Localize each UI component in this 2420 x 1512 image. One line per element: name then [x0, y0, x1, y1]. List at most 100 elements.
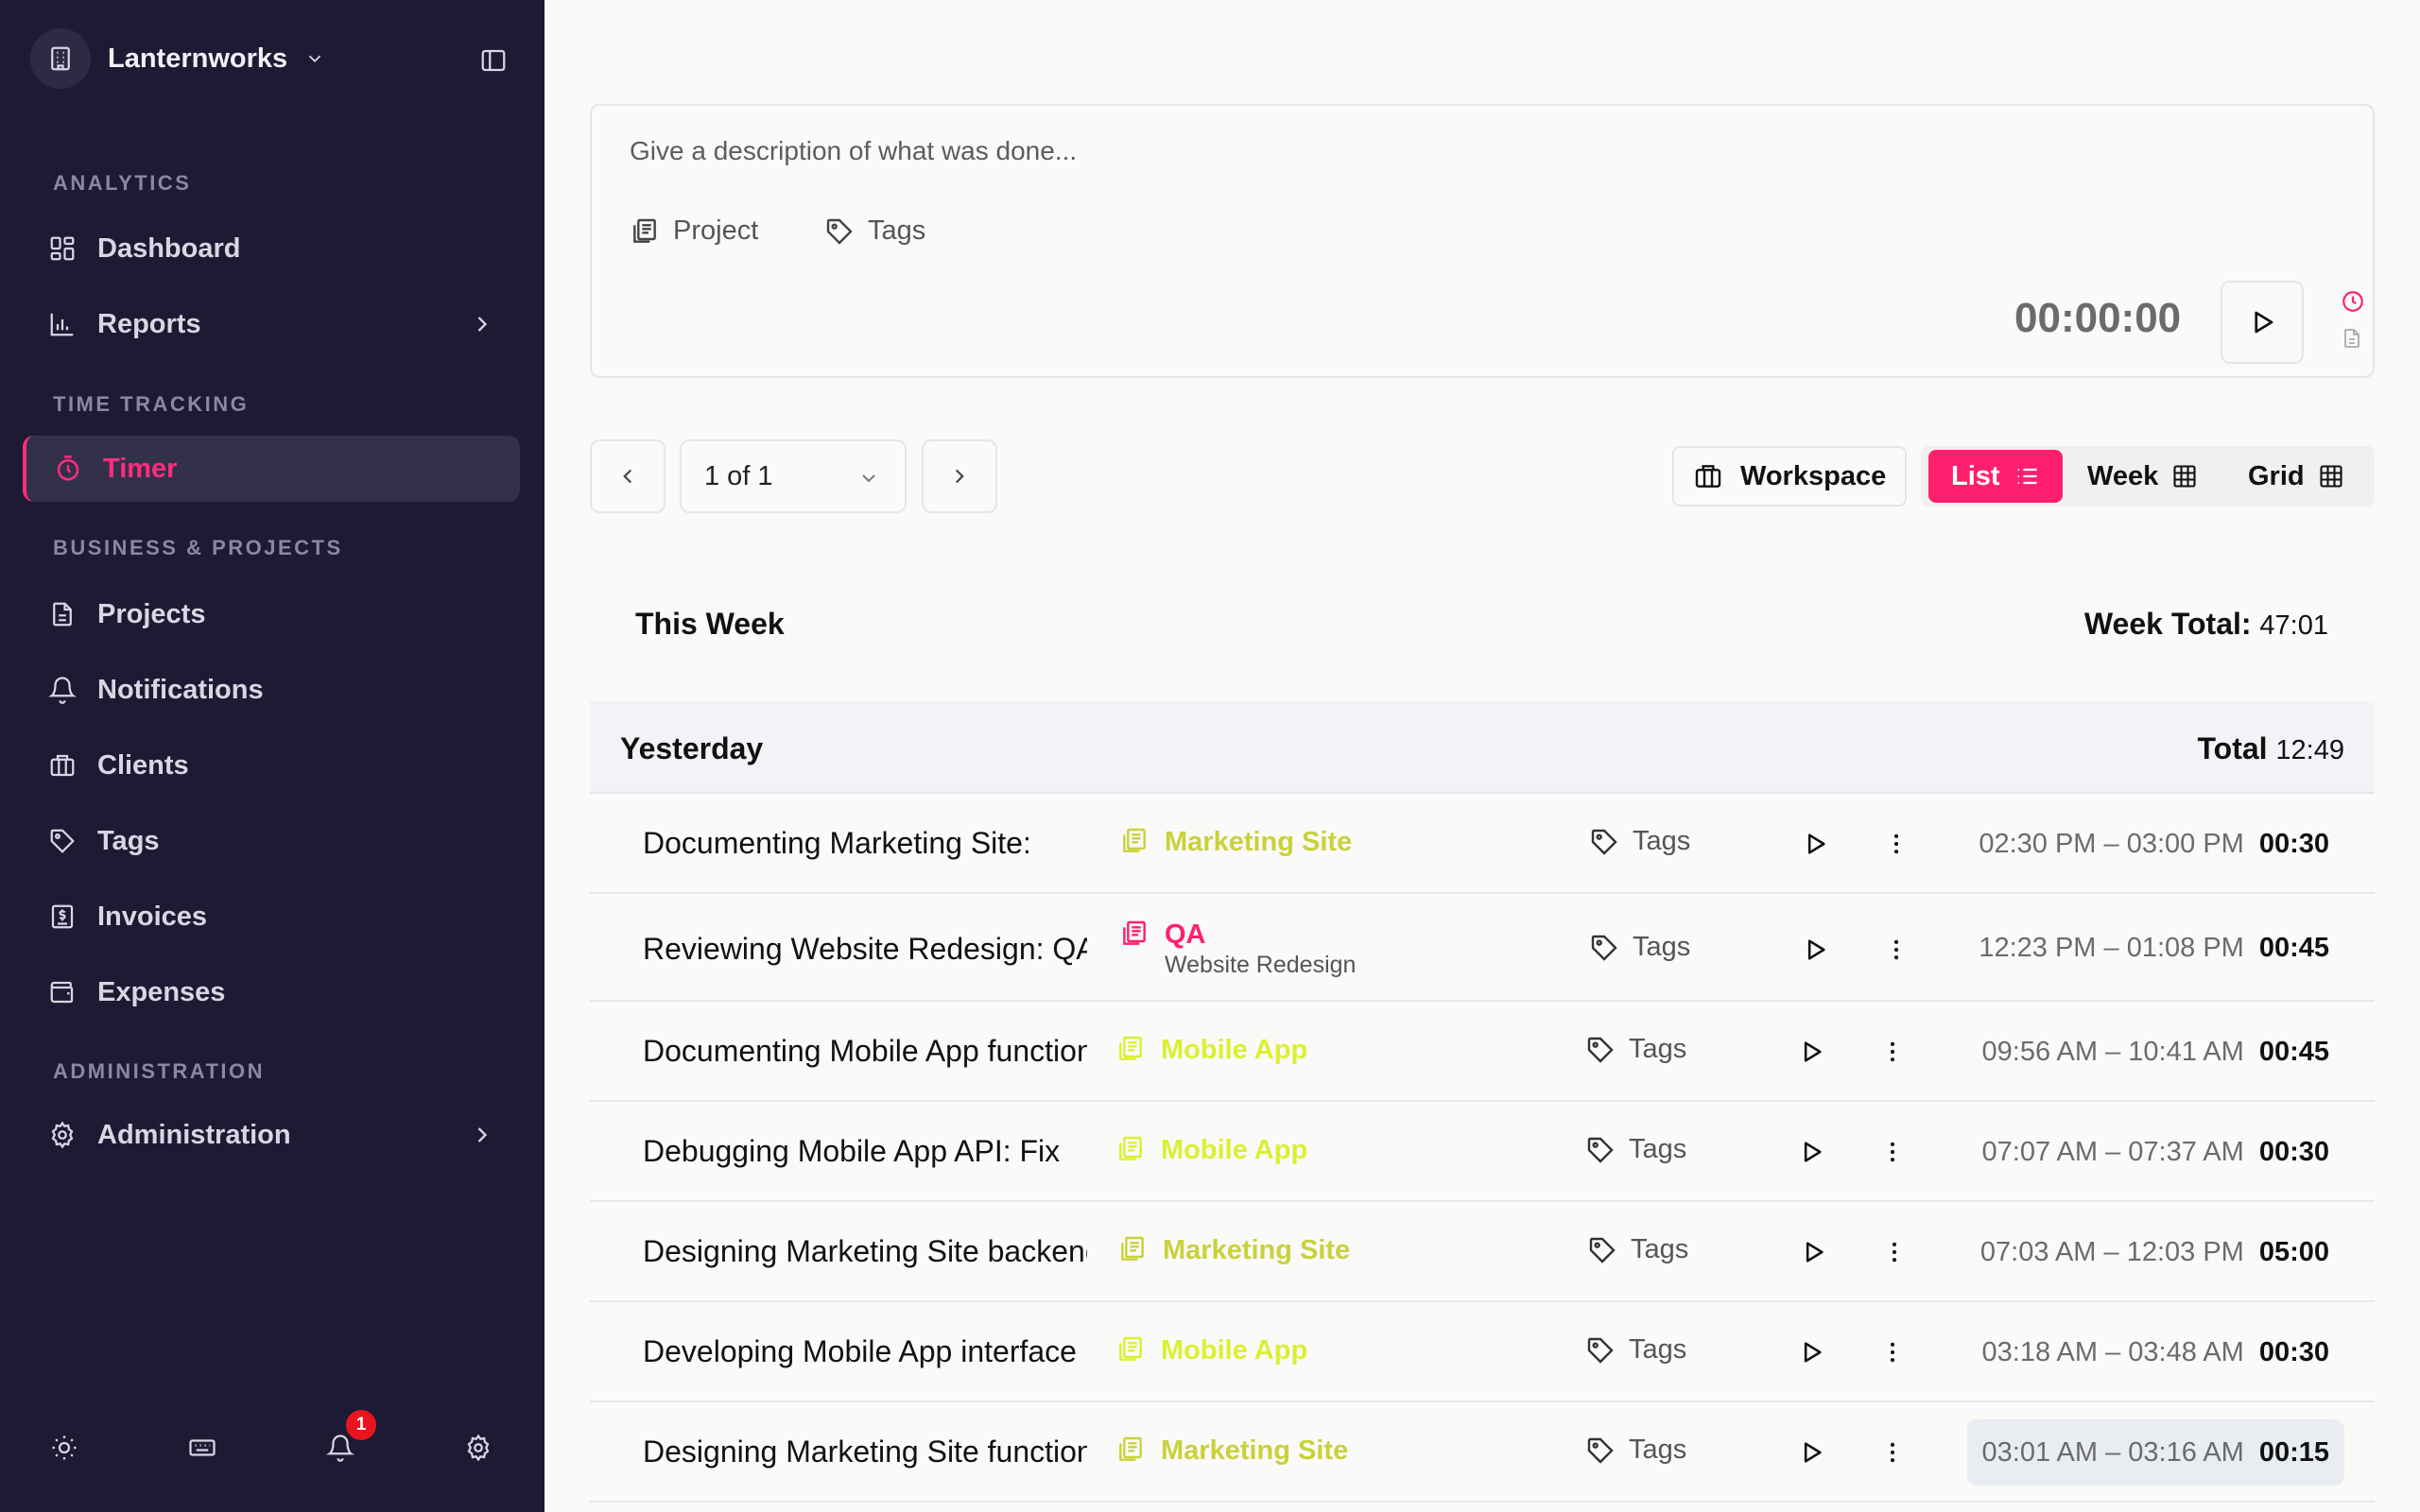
sidebar-item-label: Clients: [97, 749, 189, 781]
keyboard-icon[interactable]: [182, 1427, 223, 1469]
tag-icon: [45, 824, 79, 858]
entry-time[interactable]: 09:56 AM – 10:41 AM 00:45: [1967, 1019, 2344, 1085]
sun-icon[interactable]: [43, 1427, 85, 1469]
entry-project[interactable]: Marketing Site: [1119, 826, 1352, 858]
entry-tags[interactable]: Tags: [1585, 1435, 1686, 1466]
tag-icon: [1585, 1035, 1616, 1065]
table-row[interactable]: Developing Mobile App interface Mobile A…: [590, 1302, 2375, 1402]
sidebar-item-administration[interactable]: Administration: [23, 1102, 520, 1168]
entry-description[interactable]: Documenting Marketing Site:: [643, 826, 1087, 861]
more-options-button[interactable]: [1879, 827, 1913, 861]
entry-tags[interactable]: Tags: [1585, 1334, 1686, 1366]
entry-description[interactable]: Reviewing Website Redesign: QA: [643, 932, 1087, 967]
entry-description[interactable]: Developing Mobile App interface: [643, 1334, 1087, 1369]
tab-week[interactable]: Week: [2065, 450, 2221, 503]
sidebar-item-label: Dashboard: [97, 232, 241, 264]
continue-entry-button[interactable]: [1794, 1035, 1828, 1069]
entry-project[interactable]: Marketing Site: [1115, 1435, 1348, 1467]
sidebar-item-tags[interactable]: Tags: [23, 808, 520, 874]
day-header: Yesterday Total 12:49: [590, 701, 2375, 794]
project-selector[interactable]: Project: [630, 215, 758, 247]
entry-project[interactable]: QA Website Redesign: [1119, 919, 1356, 979]
sidebar-item-notifications[interactable]: Notifications: [23, 657, 520, 723]
entry-time[interactable]: 12:23 PM – 01:08 PM 00:45: [1963, 915, 2344, 981]
entry-project[interactable]: Mobile App: [1115, 1334, 1307, 1366]
tags-selector[interactable]: Tags: [824, 215, 925, 247]
project-icon: [1115, 1435, 1146, 1465]
entry-description[interactable]: Debugging Mobile App API: Fix: [643, 1134, 1087, 1169]
table-row[interactable]: Documenting Mobile App functionality Mob…: [590, 1002, 2375, 1102]
entry-description[interactable]: Documenting Mobile App functionality: [643, 1034, 1087, 1069]
manual-entry-icon[interactable]: [2341, 327, 2363, 350]
tab-list[interactable]: List: [1928, 450, 2063, 503]
more-options-button[interactable]: [1877, 1235, 1911, 1269]
entry-time[interactable]: 07:07 AM – 07:37 AM 00:30: [1967, 1119, 2344, 1185]
grid-icon: [2318, 463, 2344, 490]
gear-icon[interactable]: [458, 1427, 499, 1469]
more-vertical-icon: [1890, 1041, 1895, 1062]
continue-entry-button[interactable]: [1798, 827, 1832, 861]
entry-project[interactable]: Mobile App: [1115, 1134, 1307, 1166]
continue-entry-button[interactable]: [1796, 1235, 1830, 1269]
sidebar-item-invoices[interactable]: Invoices: [23, 884, 520, 950]
continue-entry-button[interactable]: [1798, 933, 1832, 967]
tags-label: Tags: [868, 215, 926, 246]
entry-time[interactable]: 02:30 PM – 03:00 PM 00:30: [1963, 811, 2344, 877]
entry-tags[interactable]: Tags: [1585, 1034, 1686, 1065]
entry-tags[interactable]: Tags: [1585, 1134, 1686, 1165]
section-time-tracking: TIME TRACKING: [53, 392, 250, 416]
more-options-button[interactable]: [1876, 1035, 1910, 1069]
entry-time[interactable]: 03:18 AM – 03:48 AM 00:30: [1967, 1319, 2344, 1385]
entry-tags[interactable]: Tags: [1589, 826, 1690, 857]
table-row[interactable]: Documenting Marketing Site: Marketing Si…: [590, 794, 2375, 894]
chevron-left-icon: [615, 464, 640, 489]
play-icon: [1804, 1342, 1822, 1363]
list-icon: [2014, 463, 2040, 490]
table-row[interactable]: Designing Marketing Site backend Marketi…: [590, 1202, 2375, 1302]
sidebar-item-projects[interactable]: Projects: [23, 581, 520, 647]
entry-project[interactable]: Marketing Site: [1117, 1234, 1350, 1266]
entry-time[interactable]: 03:01 AM – 03:16 AM 00:15: [1966, 1419, 2344, 1486]
more-options-button[interactable]: [1876, 1335, 1910, 1369]
description-input[interactable]: [630, 136, 1953, 166]
sidebar-item-timer[interactable]: Timer: [23, 436, 520, 502]
more-options-button[interactable]: [1876, 1135, 1910, 1169]
project-icon: [1117, 1234, 1148, 1264]
entry-tags[interactable]: Tags: [1587, 1234, 1688, 1265]
entry-project[interactable]: Mobile App: [1115, 1034, 1307, 1066]
day-title: Yesterday: [620, 731, 764, 765]
entry-description[interactable]: Designing Marketing Site functionality: [643, 1435, 1087, 1469]
more-options-button[interactable]: [1879, 933, 1913, 967]
sidebar-item-label: Expenses: [97, 976, 226, 1007]
section-analytics: ANALYTICS: [53, 171, 192, 195]
sidebar-item-reports[interactable]: Reports: [23, 291, 520, 357]
tab-grid[interactable]: Grid: [2225, 450, 2367, 503]
tag-icon: [1589, 933, 1619, 963]
dashboard-icon: [45, 232, 79, 266]
workspace-switcher[interactable]: Lanternworks: [30, 28, 325, 89]
sidebar-item-clients[interactable]: Clients: [23, 732, 520, 799]
tab-label: List: [1951, 460, 2000, 491]
next-page-button[interactable]: [922, 439, 997, 513]
sidebar-item-expenses[interactable]: Expenses: [23, 959, 520, 1025]
week-total: Week Total: 47:01: [2083, 607, 2328, 641]
more-options-button[interactable]: [1876, 1435, 1910, 1469]
page-select[interactable]: 1 of 1: [680, 439, 907, 513]
sidebar-toggle-icon[interactable]: [475, 43, 512, 77]
continue-entry-button[interactable]: [1794, 1335, 1828, 1369]
continue-entry-button[interactable]: [1794, 1135, 1828, 1169]
clock-icon[interactable]: [2341, 289, 2365, 314]
table-row[interactable]: Designing Marketing Site functionality M…: [590, 1402, 2375, 1503]
previous-page-button[interactable]: [590, 439, 666, 513]
entry-tags[interactable]: Tags: [1589, 932, 1690, 963]
entry-time[interactable]: 07:03 AM – 12:03 PM 05:00: [1965, 1219, 2344, 1285]
table-row[interactable]: Debugging Mobile App API: Fix Mobile App…: [590, 1102, 2375, 1202]
table-row[interactable]: Reviewing Website Redesign: QA QA Websit…: [590, 894, 2375, 1002]
entry-description[interactable]: Designing Marketing Site backend: [643, 1234, 1087, 1269]
sidebar-item-dashboard[interactable]: Dashboard: [23, 215, 520, 282]
workspace-filter-button[interactable]: Workspace: [1672, 446, 1907, 507]
start-timer-button[interactable]: [2221, 281, 2304, 364]
tag-icon: [1589, 827, 1619, 857]
continue-entry-button[interactable]: [1794, 1435, 1828, 1469]
project-icon: [1119, 919, 1150, 949]
